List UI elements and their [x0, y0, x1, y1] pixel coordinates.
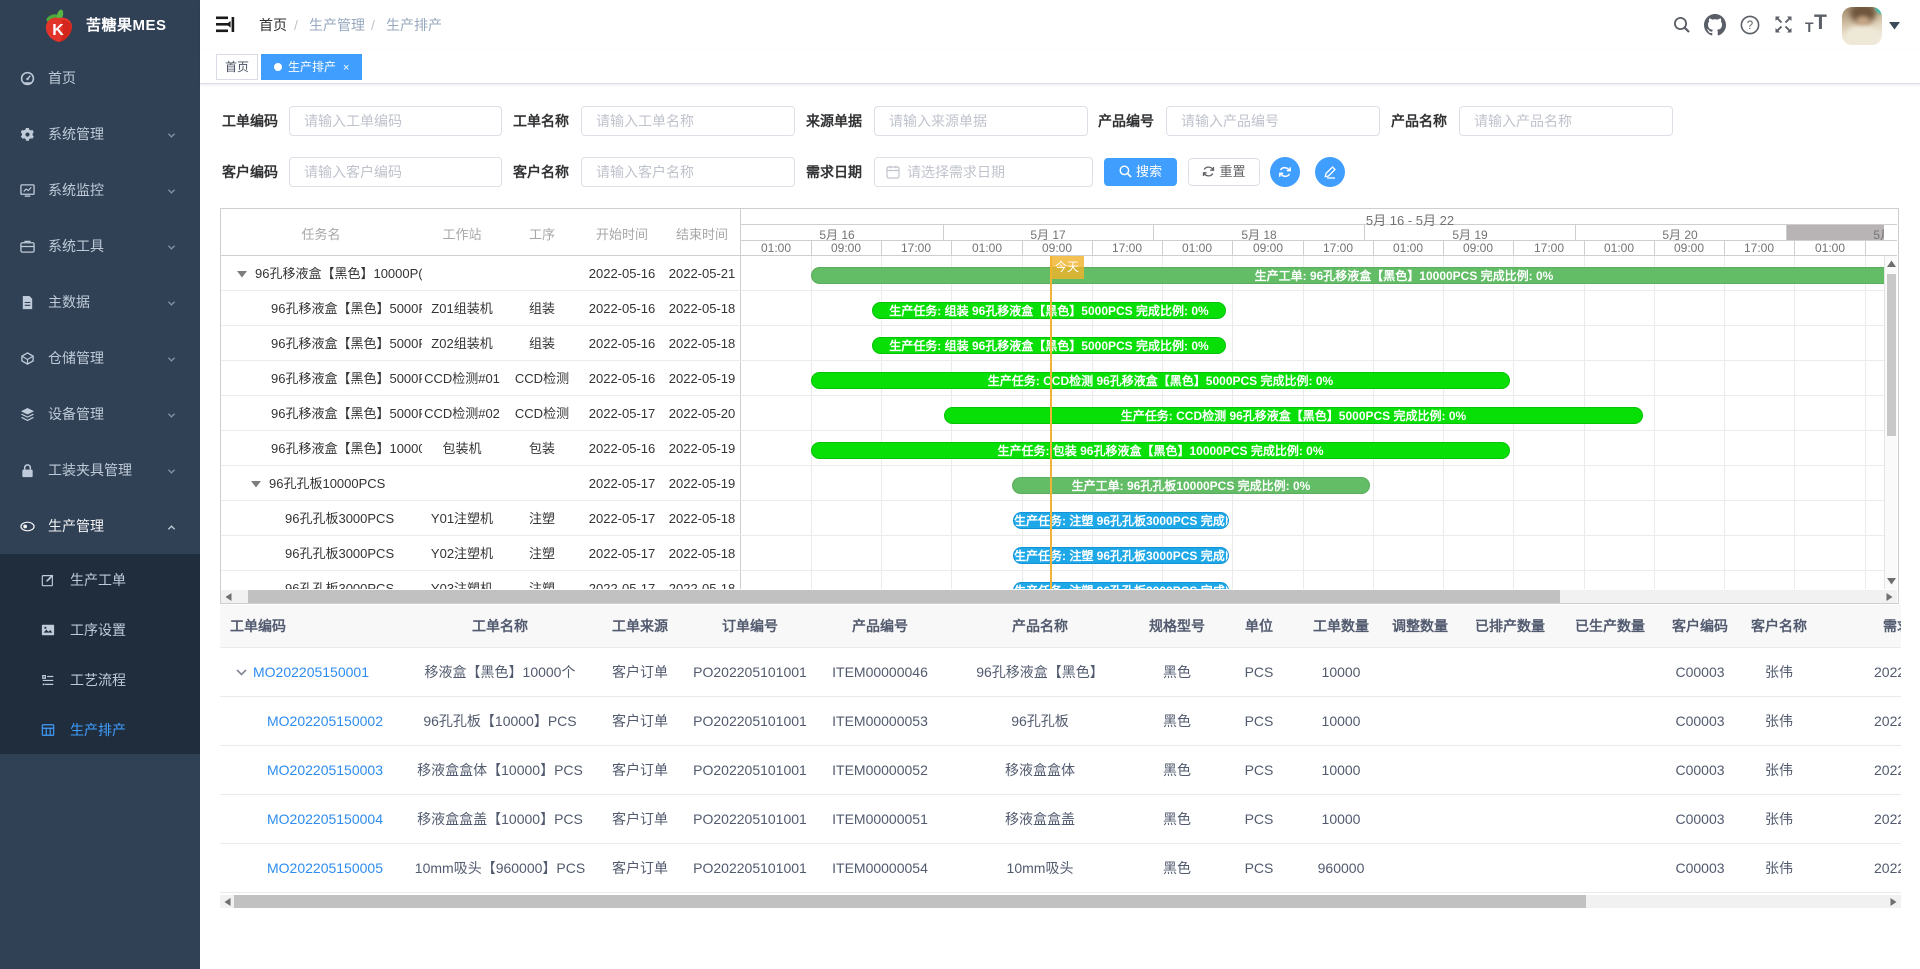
svg-text:K: K — [52, 22, 64, 39]
svg-text:?: ? — [1747, 20, 1753, 32]
